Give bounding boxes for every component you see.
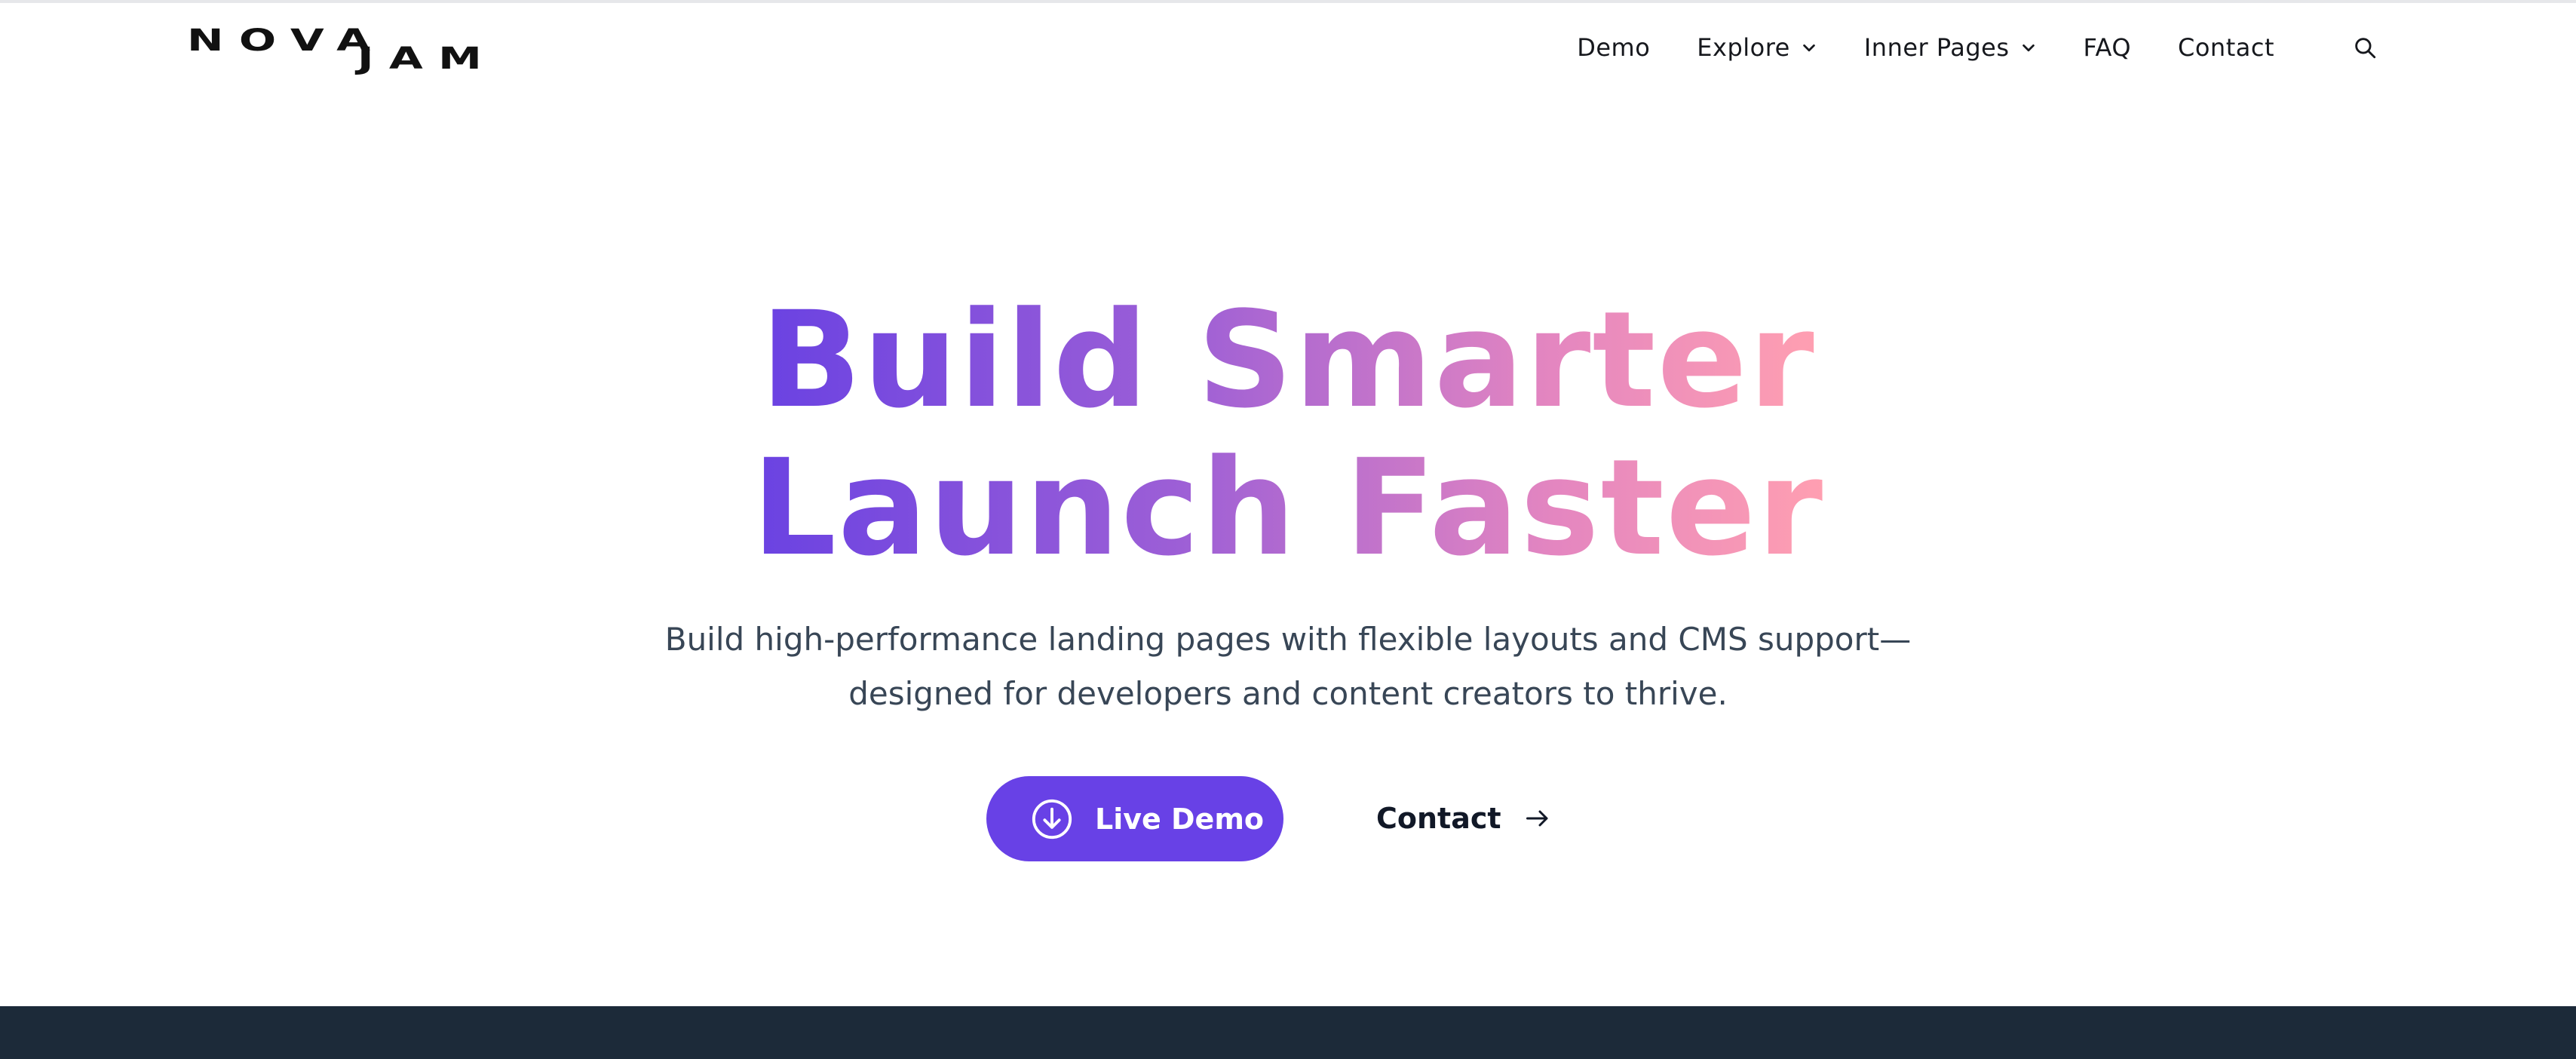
contact-link[interactable]: Contact [1376, 790, 1551, 847]
chevron-down-icon [2022, 44, 2035, 52]
site-logo[interactable]: NOVA JAM [187, 26, 483, 74]
arrow-right-icon [1526, 810, 1548, 827]
hero-title-line-1: Build Smarter [760, 283, 1816, 437]
nav-item-faq[interactable]: FAQ [2084, 33, 2131, 62]
download-circle-icon [1032, 799, 1072, 839]
hero-title: Build Smarter Launch Faster [0, 287, 2576, 582]
nav-item-label: FAQ [2083, 33, 2131, 62]
nav-item-inner-pages[interactable]: Inner Pages [1864, 33, 2037, 62]
logo-text-line-1: NOVA [187, 23, 386, 58]
chevron-down-icon [1803, 44, 1815, 52]
nav-item-label: Explore [1697, 33, 1790, 62]
hero-subtitle-line-1: Build high-performance landing pages wit… [664, 621, 1912, 658]
live-demo-label: Live Demo [1095, 802, 1265, 836]
nav-item-label: Demo [1577, 33, 1651, 62]
live-demo-button[interactable]: Live Demo [986, 776, 1283, 861]
search-icon [2355, 38, 2376, 59]
nav-item-demo[interactable]: Demo [1577, 33, 1650, 62]
hero-subtitle: Build high-performance landing pages wit… [647, 612, 1929, 721]
nav-item-contact[interactable]: Contact [2178, 33, 2274, 62]
nav-item-label: Contact [2178, 33, 2274, 62]
hero-subtitle-line-2: designed for developers and content crea… [848, 675, 1728, 712]
nav-item-explore[interactable]: Explore [1697, 33, 1817, 62]
logo-text-line-2: JAM [357, 41, 498, 76]
search-button[interactable] [2350, 32, 2380, 63]
hero-title-line-2: Launch Faster [751, 431, 1825, 585]
footer-band [0, 1006, 2576, 1059]
main-navigation: Demo Explore Inner Pages FAQ Contact [1530, 0, 2380, 95]
contact-link-label: Contact [1376, 802, 1501, 835]
nav-item-label: Inner Pages [1863, 33, 2010, 62]
